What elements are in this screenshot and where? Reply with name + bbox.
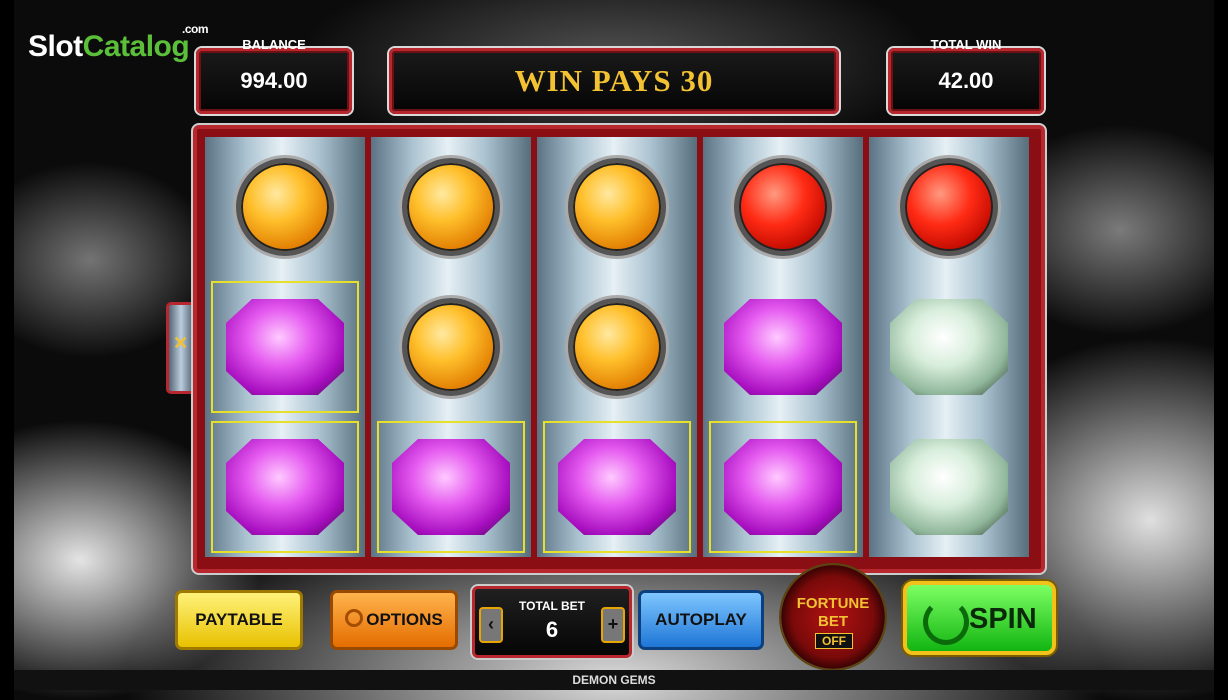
- fortune-bet-line2: BET: [818, 613, 848, 630]
- win-message-display: WIN PAYS 30: [389, 48, 839, 114]
- gear-icon: [345, 609, 364, 627]
- slotcatalog-logo: SlotCatalog .com: [28, 22, 209, 64]
- refresh-icon: [923, 599, 969, 645]
- reel-area: [193, 125, 1045, 573]
- red-gem-icon: [734, 158, 832, 256]
- logo-suffix: .com: [182, 22, 209, 36]
- options-button[interactable]: OPTIONS: [330, 590, 458, 650]
- total-win-value: 42.00: [938, 68, 994, 93]
- reel-cell: [875, 141, 1023, 273]
- winning-cell: [543, 421, 691, 553]
- white-gem-icon: [890, 299, 1008, 395]
- reel-3: [537, 137, 697, 557]
- purple-gem-icon: [558, 439, 676, 535]
- purple-gem-icon: [392, 439, 510, 535]
- total-win-label: TOTAL WIN: [930, 37, 1002, 52]
- reel-2: [371, 137, 531, 557]
- reel-1: [205, 137, 365, 557]
- side-tab[interactable]: ✕: [166, 302, 196, 394]
- paytable-button[interactable]: PAYTABLE: [175, 590, 303, 650]
- autoplay-button[interactable]: AUTOPLAY: [638, 590, 764, 650]
- reel-4: [703, 137, 863, 557]
- win-message: WIN PAYS 30: [514, 63, 714, 98]
- reel-cell: [211, 141, 359, 273]
- fortune-bet-toggle[interactable]: FORTUNE BET OFF: [781, 565, 885, 669]
- logo-part2: Catalog: [82, 30, 190, 63]
- orange-gem-icon: [402, 158, 500, 256]
- reel-cell: [709, 141, 857, 273]
- orange-gem-icon: [568, 158, 666, 256]
- reel-5: [869, 137, 1029, 557]
- total-win-display: TOTAL WIN 42.00: [888, 37, 1044, 114]
- reel-cell: [875, 281, 1023, 413]
- bet-increase-button[interactable]: +: [601, 607, 625, 643]
- white-gem-icon: [890, 439, 1008, 535]
- game-name-bar: DEMON GEMS: [14, 670, 1214, 690]
- game-stage: SlotCatalog .com BALANCE 994.00 WIN PAYS…: [0, 0, 1228, 700]
- winning-cell: [377, 421, 525, 553]
- fortune-bet-line1: FORTUNE: [796, 595, 870, 612]
- left-edge: [0, 0, 14, 700]
- reel-cell: [543, 141, 691, 273]
- options-label: OPTIONS: [366, 610, 443, 629]
- balance-label: BALANCE: [242, 37, 306, 52]
- winning-cell: [709, 421, 857, 553]
- orange-gem-icon: [568, 298, 666, 396]
- total-bet-control: ‹ TOTAL BET 6 +: [472, 586, 632, 658]
- purple-gem-icon: [226, 299, 344, 395]
- purple-gem-icon: [724, 299, 842, 395]
- balance-display: BALANCE 994.00: [196, 37, 352, 114]
- reel-cell: [377, 281, 525, 413]
- fortune-bet-state: OFF: [815, 633, 853, 649]
- game-name: DEMON GEMS: [572, 673, 656, 687]
- purple-gem-icon: [226, 439, 344, 535]
- winged-symbol-icon: ✕: [173, 333, 189, 353]
- orange-gem-icon: [236, 158, 334, 256]
- red-gem-icon: [900, 158, 998, 256]
- spin-button[interactable]: SPIN: [903, 581, 1056, 655]
- reel-cell: [709, 281, 857, 413]
- reel-cell: [377, 141, 525, 273]
- orange-gem-icon: [402, 298, 500, 396]
- right-edge: [1214, 0, 1228, 700]
- winning-cell: [211, 281, 359, 413]
- reel-cell: [875, 421, 1023, 553]
- balance-value: 994.00: [240, 68, 308, 93]
- winning-cell: [211, 421, 359, 553]
- logo-part1: Slot: [28, 30, 83, 63]
- purple-gem-icon: [724, 439, 842, 535]
- spin-label: SPIN: [969, 603, 1037, 635]
- reel-cell: [543, 281, 691, 413]
